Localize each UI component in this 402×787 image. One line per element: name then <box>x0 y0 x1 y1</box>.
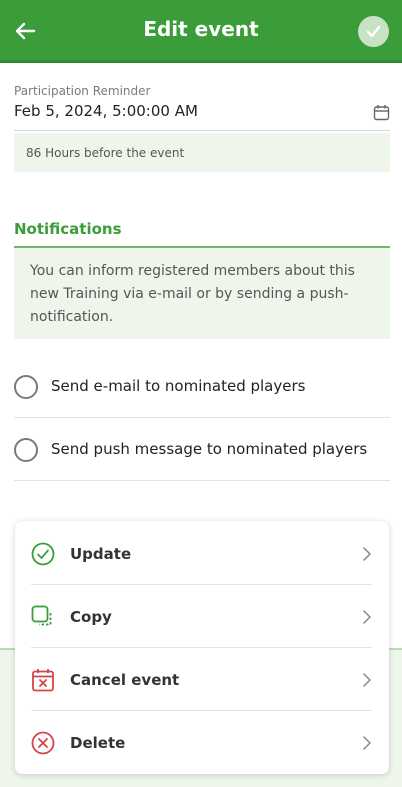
push-radio[interactable] <box>14 438 38 462</box>
notifications-info-text: You can inform registered members about … <box>30 263 355 325</box>
notifications-title: Notifications <box>14 220 122 238</box>
update-label: Update <box>70 545 132 563</box>
reminder-hours-box: 86 Hours before the event <box>14 133 390 172</box>
actions-card: Update Copy Cancel event Delete <box>15 521 389 774</box>
calendar-x-icon <box>32 669 54 692</box>
chevron-right-icon <box>363 610 371 624</box>
chevron-right-icon <box>363 547 371 561</box>
reminder-label: Participation Reminder <box>14 84 151 98</box>
delete-label: Delete <box>70 734 126 752</box>
copy-action[interactable]: Copy <box>31 585 372 648</box>
cancel-event-action[interactable]: Cancel event <box>31 648 372 711</box>
x-circle-icon <box>31 731 55 755</box>
push-option[interactable]: Send push message to nominated players <box>14 418 390 481</box>
notifications-info-box: You can inform registered members about … <box>14 248 390 339</box>
reminder-hours-text: 86 Hours before the event <box>26 146 185 160</box>
field-underline <box>14 130 390 131</box>
copy-label: Copy <box>70 608 112 626</box>
update-action[interactable]: Update <box>31 522 372 585</box>
email-option[interactable]: Send e-mail to nominated players <box>14 355 390 418</box>
email-option-label: Send e-mail to nominated players <box>51 377 306 395</box>
check-icon <box>366 25 381 38</box>
calendar-icon[interactable] <box>373 104 390 121</box>
check-circle-icon <box>31 542 55 566</box>
cancel-event-label: Cancel event <box>70 671 180 689</box>
save-button[interactable] <box>358 16 389 47</box>
email-radio[interactable] <box>14 375 38 399</box>
push-option-label: Send push message to nominated players <box>51 440 368 458</box>
chevron-right-icon <box>363 736 371 750</box>
page-title: Edit event <box>143 17 259 41</box>
chevron-right-icon <box>363 673 371 687</box>
reminder-date-field[interactable]: Feb 5, 2024, 5:00:00 AM <box>14 102 198 120</box>
copy-icon <box>31 605 52 626</box>
app-header: Edit event <box>0 0 402 63</box>
delete-action[interactable]: Delete <box>31 711 372 774</box>
